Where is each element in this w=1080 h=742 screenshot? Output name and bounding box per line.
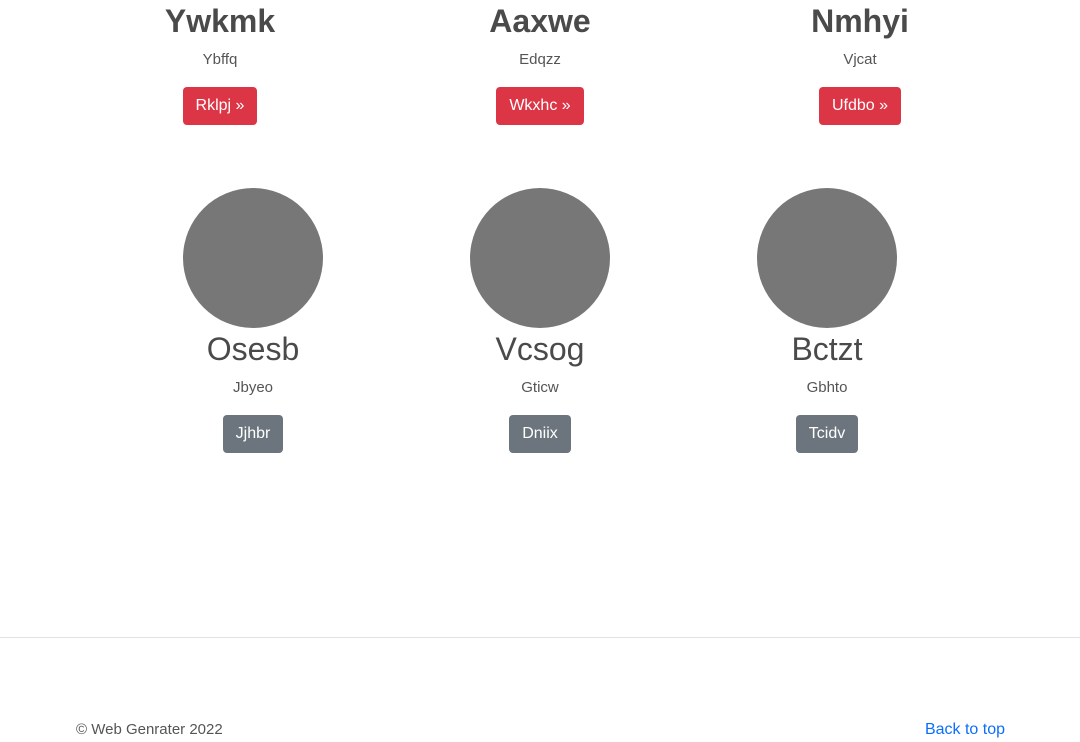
avatar-placeholder [183,188,323,328]
footer-divider [0,637,1080,638]
member-name: Vcsog [495,331,585,367]
member-column: Osesb Jbyeo Jjhbr [133,188,373,453]
member-column: Bctzt Gbhto Tcidv [707,188,947,453]
avatar-placeholder [470,188,610,328]
feature-subtitle: Ybffq [202,51,238,68]
feature-subtitle: Edqzz [519,51,561,68]
member-button[interactable]: Jjhbr [222,415,284,453]
member-button[interactable]: Tcidv [795,415,859,453]
back-to-top-link[interactable]: Back to top [925,720,1005,740]
member-subtitle: Gbhto [806,379,848,396]
page: Ywkmk Ybffq Rklpj » Aaxwe Edqzz Wkxhc » … [0,0,1080,742]
footer-copyright: © Web Genrater 2022 [76,721,223,738]
avatar-placeholder [757,188,897,328]
member-name: Bctzt [791,331,863,367]
feature-column: Nmhyi Vjcat Ufdbo » [740,0,980,125]
feature-subtitle: Vjcat [843,51,877,68]
member-button[interactable]: Dniix [509,415,571,453]
member-column: Vcsog Gticw Dniix [420,188,660,453]
member-subtitle: Jbyeo [232,379,274,396]
feature-title: Ywkmk [164,3,276,39]
feature-button[interactable]: Rklpj » [182,87,258,125]
feature-button[interactable]: Wkxhc » [496,87,584,125]
feature-column: Aaxwe Edqzz Wkxhc » [420,0,660,125]
member-subtitle: Gticw [521,379,559,396]
feature-title: Aaxwe [489,3,591,39]
feature-row: Ywkmk Ybffq Rklpj » Aaxwe Edqzz Wkxhc » … [0,0,1080,140]
member-name: Osesb [206,331,300,367]
feature-button[interactable]: Ufdbo » [818,87,902,125]
feature-column: Ywkmk Ybffq Rklpj » [100,0,340,125]
feature-title: Nmhyi [811,3,909,39]
